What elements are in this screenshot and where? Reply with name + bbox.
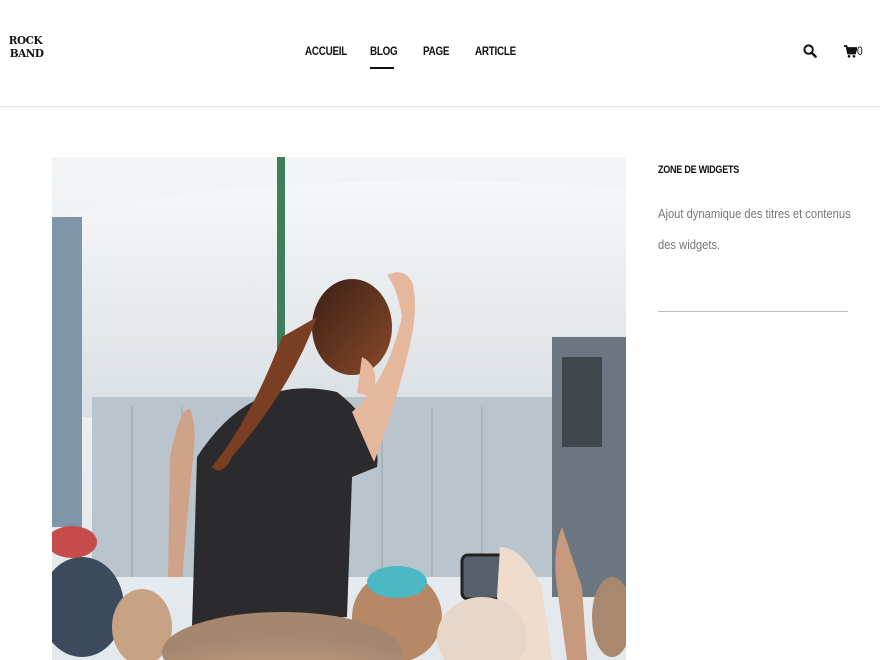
cart-count: 0 <box>857 44 863 58</box>
widget-divider <box>658 311 848 312</box>
site-header: ROCK BAND ACCUEIL BLOG PAGE ARTICLE 0 <box>0 0 880 107</box>
nav-active-indicator <box>370 67 394 69</box>
hero-image <box>52 157 626 660</box>
nav-item-page[interactable]: PAGE <box>423 44 449 58</box>
widget-text: Ajout dynamique des titres et contenus d… <box>658 206 851 252</box>
search-icon[interactable] <box>803 44 817 58</box>
cart-icon <box>844 45 857 58</box>
nav-item-blog[interactable]: BLOG <box>370 44 398 58</box>
nav-item-article[interactable]: ARTICLE <box>475 44 516 58</box>
widget-title: ZONE DE WIDGETS <box>658 164 740 176</box>
nav-item-accueil[interactable]: ACCUEIL <box>305 44 347 58</box>
crowd-concert-photo <box>52 157 626 660</box>
main-nav: ACCUEIL BLOG PAGE ARTICLE <box>0 44 880 64</box>
